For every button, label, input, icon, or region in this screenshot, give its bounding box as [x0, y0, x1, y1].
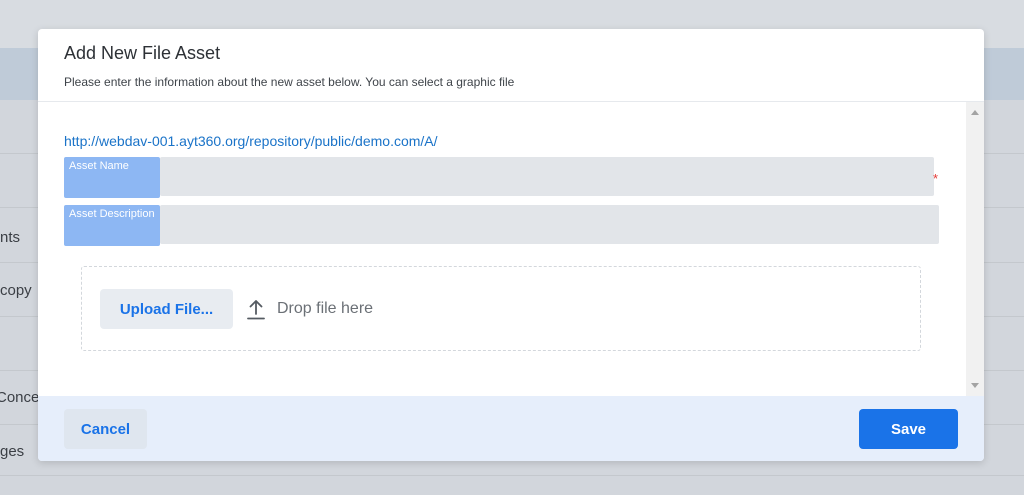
background-list-item: Conce: [0, 389, 40, 406]
asset-name-field: Asset Name *: [64, 157, 940, 198]
file-drop-zone[interactable]: Upload File... Drop file here: [81, 266, 921, 351]
dialog-scrollbar[interactable]: [966, 102, 984, 396]
dialog-body: http://webdav-001.ayt360.org/repository/…: [38, 102, 984, 396]
dialog-subtitle: Please enter the information about the n…: [64, 75, 515, 89]
asset-name-label: Asset Name: [64, 157, 160, 198]
asset-description-field: Asset Description: [64, 205, 940, 246]
dialog-title: Add New File Asset: [64, 43, 221, 63]
cancel-button[interactable]: Cancel: [64, 409, 147, 449]
background-list-item: copy: [0, 282, 32, 299]
scroll-down-arrow-icon[interactable]: [971, 383, 979, 388]
scroll-up-arrow-icon[interactable]: [971, 110, 979, 115]
background-list-item: ges: [0, 443, 25, 460]
add-file-asset-dialog: Add New File Asset Please enter the info…: [38, 29, 984, 461]
asset-description-input[interactable]: [160, 205, 939, 244]
dialog-footer: Cancel Save: [38, 396, 984, 461]
repository-url-link[interactable]: http://webdav-001.ayt360.org/repository/…: [64, 133, 438, 149]
background-list-item: nts: [0, 229, 21, 246]
upload-file-button[interactable]: Upload File...: [100, 289, 233, 329]
required-asterisk: *: [933, 171, 939, 186]
asset-description-label: Asset Description: [64, 205, 160, 246]
asset-name-input[interactable]: [160, 157, 934, 196]
upload-icon: [247, 300, 265, 320]
save-button[interactable]: Save: [859, 409, 958, 449]
drop-file-text: Drop file here: [277, 300, 374, 317]
background-divider: [0, 475, 1024, 476]
dialog-header: Add New File Asset Please enter the info…: [38, 29, 984, 102]
